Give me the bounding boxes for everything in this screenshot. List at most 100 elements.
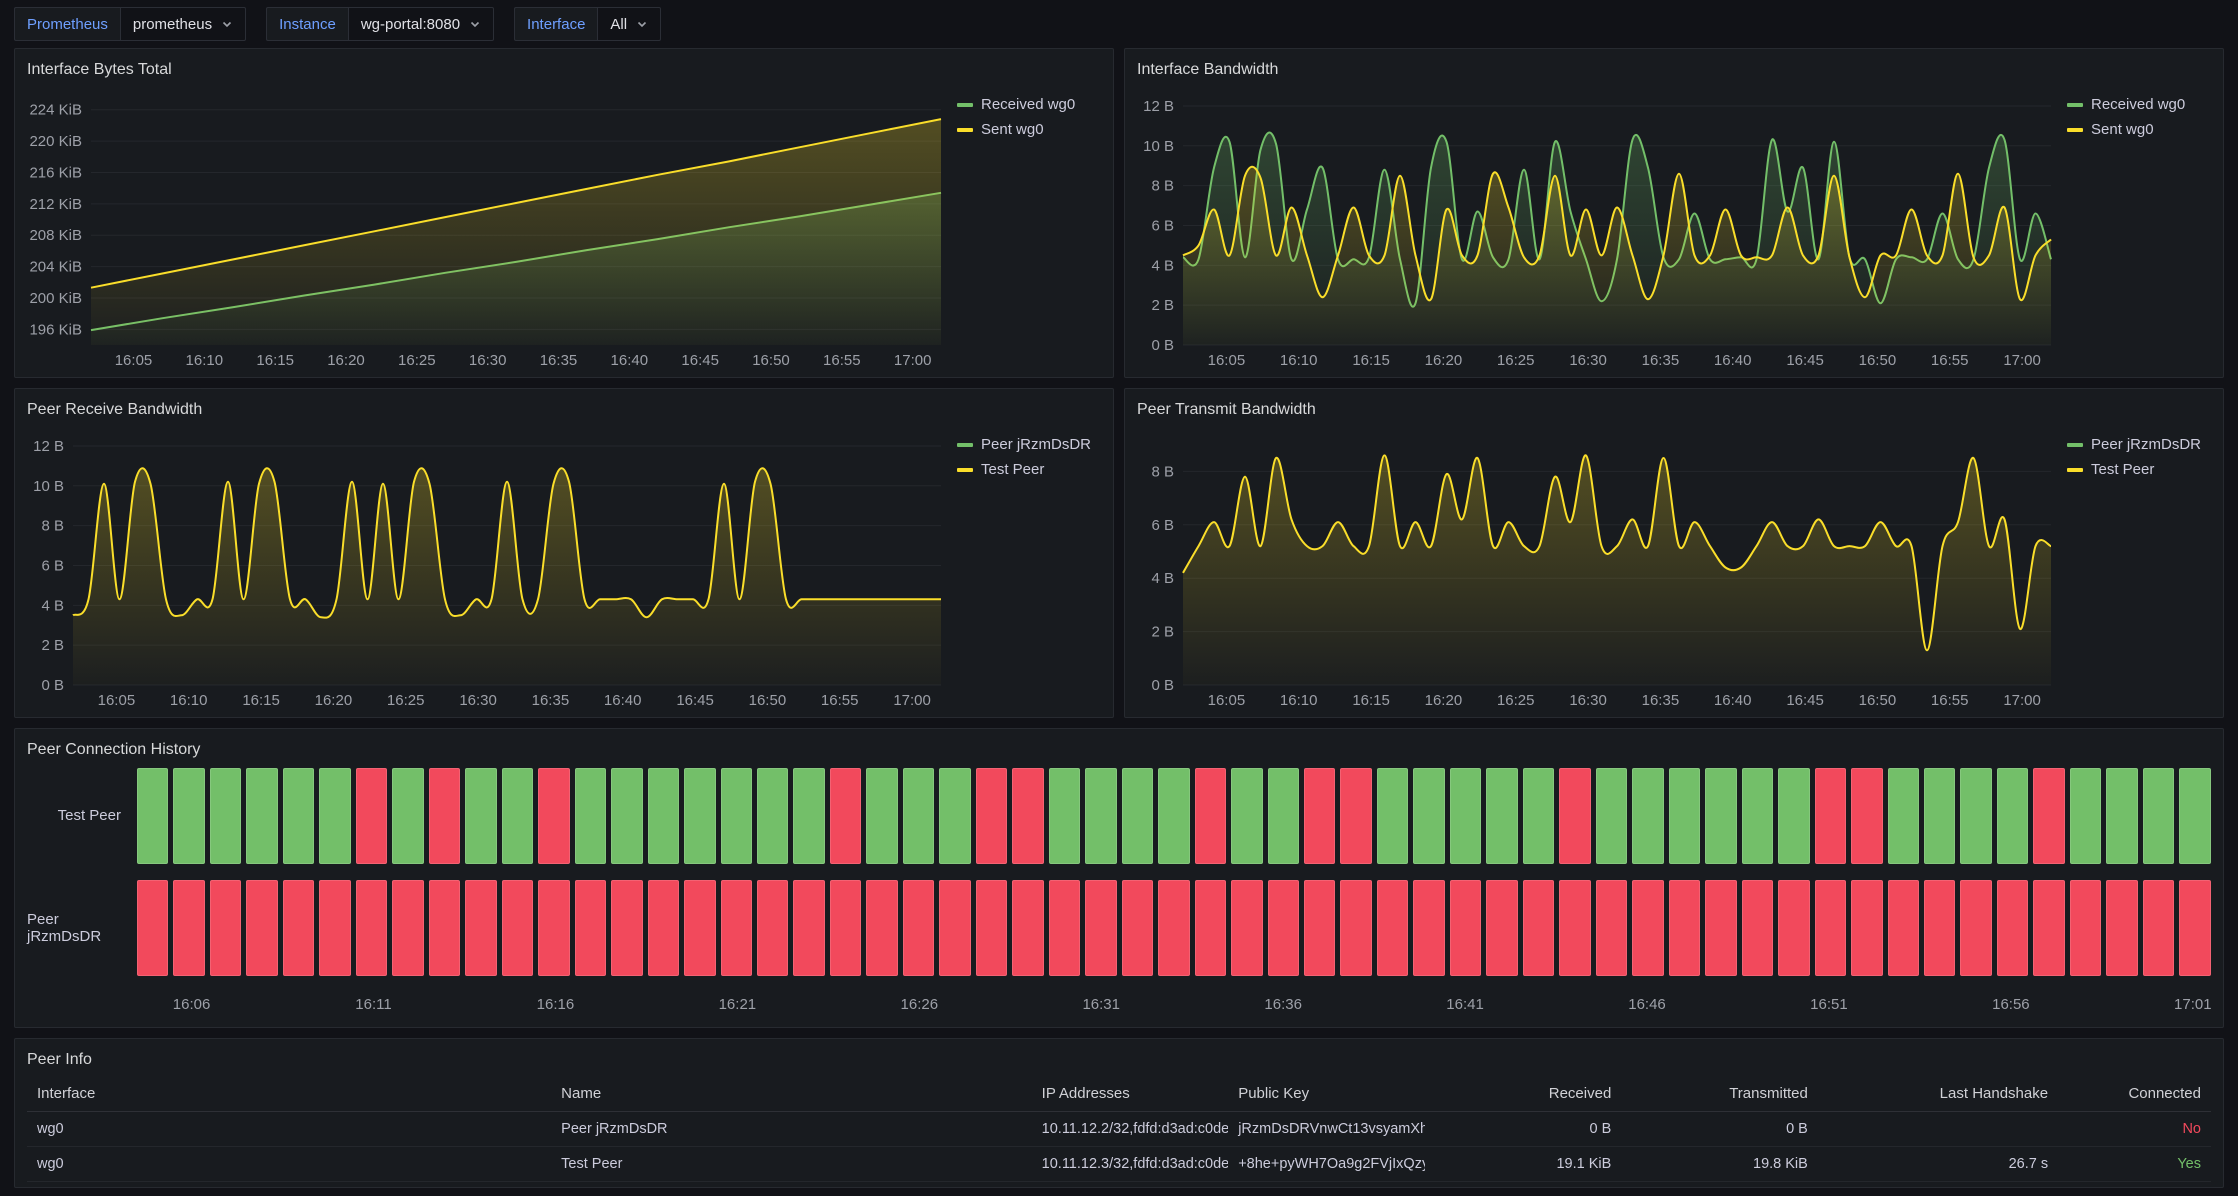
- status-bar-disconnected: [1012, 768, 1043, 864]
- status-bar-connected: [1085, 768, 1116, 864]
- status-bar-connected: [2143, 768, 2174, 864]
- col-header-last-handshake[interactable]: Last Handshake: [1818, 1076, 2058, 1112]
- chart-area: 0 B2 B4 B6 B8 B10 B12 B16:0516:1016:1516…: [27, 422, 1101, 711]
- panel-title[interactable]: Peer Receive Bandwidth: [27, 398, 1101, 422]
- status-bar-disconnected: [1122, 880, 1153, 976]
- panel-title[interactable]: Peer Info: [27, 1048, 2211, 1072]
- x-tick-label: 16:15: [242, 692, 280, 709]
- variable-value-dropdown[interactable]: All: [597, 7, 661, 41]
- col-header-interface[interactable]: Interface: [27, 1076, 551, 1112]
- y-tick-label: 220 KiB: [29, 133, 82, 150]
- panel-title[interactable]: Peer Transmit Bandwidth: [1137, 398, 2211, 422]
- col-header-transmitted[interactable]: Transmitted: [1621, 1076, 1818, 1112]
- legend-item[interactable]: Received wg0: [2067, 96, 2211, 113]
- chart-area: 0 B2 B4 B6 B8 B10 B12 B16:0516:1016:1516…: [1137, 82, 2211, 371]
- status-bar-disconnected: [903, 880, 934, 976]
- col-header-connected[interactable]: Connected: [2058, 1076, 2211, 1112]
- x-tick-label: 16:40: [604, 692, 642, 709]
- status-bar-disconnected: [611, 880, 642, 976]
- status-bar-disconnected: [1632, 880, 1663, 976]
- interface-bytes-total-chart[interactable]: 196 KiB200 KiB204 KiB208 KiB212 KiB216 K…: [27, 82, 949, 371]
- legend-item[interactable]: Test Peer: [2067, 461, 2211, 478]
- legend-item[interactable]: Peer jRzmDsDR: [2067, 436, 2211, 453]
- peer-transmit-bandwidth-chart[interactable]: 0 B2 B4 B6 B8 B16:0516:1016:1516:2016:25…: [1137, 422, 2059, 711]
- col-header-ip-addresses[interactable]: IP Addresses: [1032, 1076, 1229, 1112]
- chart-canvas: 0 B2 B4 B6 B8 B16:0516:1016:1516:2016:25…: [1137, 422, 2059, 711]
- legend: Received wg0 Sent wg0: [949, 82, 1101, 371]
- cell-interface: wg0: [27, 1112, 551, 1147]
- status-bar-disconnected: [465, 880, 496, 976]
- legend: Peer jRzmDsDR Test Peer: [949, 422, 1101, 711]
- status-bar-disconnected: [1085, 880, 1116, 976]
- y-tick-label: 12 B: [33, 438, 64, 455]
- status-bar-connected: [392, 768, 423, 864]
- status-bar-disconnected: [1559, 768, 1590, 864]
- panel-interface-bandwidth: Interface Bandwidth 0 B2 B4 B6 B8 B10 B1…: [1124, 48, 2224, 378]
- y-tick-label: 204 KiB: [29, 259, 82, 276]
- x-tick-label: 16:25: [398, 352, 436, 369]
- legend: Received wg0 Sent wg0: [2059, 82, 2211, 371]
- x-tick-label: 16:20: [315, 692, 353, 709]
- status-bar-disconnected: [356, 880, 387, 976]
- cell-ip-addresses: 10.11.12.2/32,fdfd:d3ad:c0de:1234::1/128: [1032, 1112, 1229, 1147]
- y-tick-label: 6 B: [41, 557, 64, 574]
- status-bar-disconnected: [538, 768, 569, 864]
- variable-value-dropdown[interactable]: wg-portal:8080: [348, 7, 494, 41]
- series-area: [73, 468, 941, 685]
- legend-item[interactable]: Sent wg0: [957, 121, 1101, 138]
- legend-item[interactable]: Peer jRzmDsDR: [957, 436, 1101, 453]
- cell-public-key: +8he+pyWH7Oa9g2FVjIxQzy04brLX+D: [1228, 1147, 1425, 1182]
- panel-title[interactable]: Interface Bytes Total: [27, 58, 1101, 82]
- x-tick-label: 16:16: [537, 996, 575, 1013]
- col-header-name[interactable]: Name: [551, 1076, 1031, 1112]
- panel-peer-receive-bandwidth: Peer Receive Bandwidth 0 B2 B4 B6 B8 B10…: [14, 388, 1114, 718]
- cell-interface: wg0: [27, 1147, 551, 1182]
- panel-title[interactable]: Peer Connection History: [27, 738, 2211, 762]
- status-bar-disconnected: [429, 880, 460, 976]
- status-bar-connected: [939, 768, 970, 864]
- cell-connected: Yes: [2058, 1147, 2211, 1182]
- legend-item[interactable]: Sent wg0: [2067, 121, 2211, 138]
- status-bar-disconnected: [1960, 880, 1991, 976]
- interface-bandwidth-chart[interactable]: 0 B2 B4 B6 B8 B10 B12 B16:0516:1016:1516…: [1137, 82, 2059, 371]
- status-bar-disconnected: [1012, 880, 1043, 976]
- y-tick-label: 196 KiB: [29, 321, 82, 338]
- status-bar-disconnected: [1851, 768, 1882, 864]
- x-tick-label: 16:15: [256, 352, 294, 369]
- col-header-public-key[interactable]: Public Key: [1228, 1076, 1425, 1112]
- cell-transmitted: 19.8 KiB: [1621, 1147, 1818, 1182]
- status-row: Test Peer: [27, 768, 2211, 864]
- variable-value-dropdown[interactable]: prometheus: [120, 7, 246, 41]
- cell-received: 19.1 KiB: [1425, 1147, 1622, 1182]
- series-color-swatch: [2067, 443, 2083, 447]
- status-bar-disconnected: [1888, 880, 1919, 976]
- status-bar-disconnected: [2070, 880, 2101, 976]
- dashboard-variable-bar: Prometheus prometheus Instance wg-portal…: [0, 0, 2238, 48]
- status-bar-disconnected: [1049, 880, 1080, 976]
- legend-item[interactable]: Received wg0: [957, 96, 1101, 113]
- col-header-received[interactable]: Received: [1425, 1076, 1622, 1112]
- status-bar-connected: [1122, 768, 1153, 864]
- legend-item[interactable]: Test Peer: [957, 461, 1101, 478]
- status-bar-disconnected: [538, 880, 569, 976]
- status-bar-disconnected: [1486, 880, 1517, 976]
- status-bar-connected: [2179, 768, 2210, 864]
- panel-interface-bytes-total: Interface Bytes Total 196 KiB200 KiB204 …: [14, 48, 1114, 378]
- cell-last-handshake: [1818, 1112, 2058, 1147]
- x-tick-label: 16:21: [719, 996, 757, 1013]
- status-bar-disconnected: [137, 880, 168, 976]
- x-tick-label: 16:50: [749, 692, 787, 709]
- status-bar-disconnected: [319, 880, 350, 976]
- panel-title[interactable]: Interface Bandwidth: [1137, 58, 2211, 82]
- legend-label: Test Peer: [981, 461, 1044, 478]
- status-bar-connected: [757, 768, 788, 864]
- status-bar-disconnected: [210, 880, 241, 976]
- x-tick-label: 16:20: [327, 352, 365, 369]
- legend: Peer jRzmDsDR Test Peer: [2059, 422, 2211, 711]
- status-bar-disconnected: [1815, 880, 1846, 976]
- status-bar-disconnected: [1450, 880, 1481, 976]
- status-bar-connected: [1231, 768, 1262, 864]
- peer-receive-bandwidth-chart[interactable]: 0 B2 B4 B6 B8 B10 B12 B16:0516:1016:1516…: [27, 422, 949, 711]
- status-bar-disconnected: [939, 880, 970, 976]
- chart-canvas: 196 KiB200 KiB204 KiB208 KiB212 KiB216 K…: [27, 82, 949, 371]
